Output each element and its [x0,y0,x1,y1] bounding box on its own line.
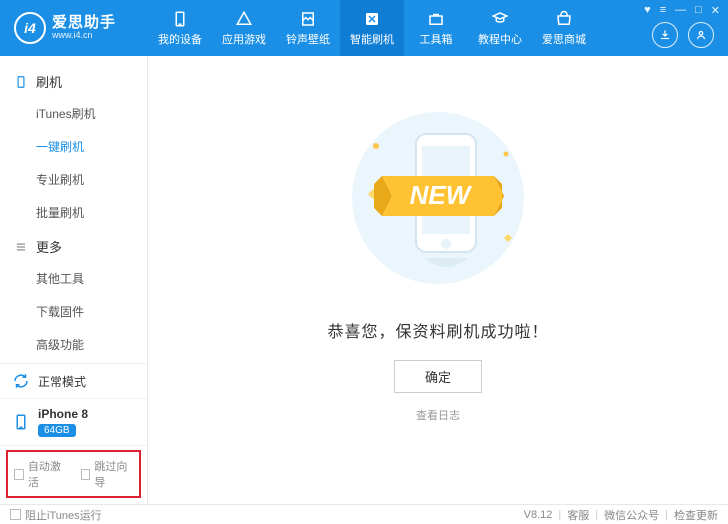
version-label: V8.12 [524,509,553,521]
sidebar-group-more: 更多 [0,229,147,262]
sidebar-item-download-firmware[interactable]: 下载固件 [0,295,147,328]
minimize-icon[interactable]: — [675,4,686,17]
list-icon [14,240,28,254]
mode-row[interactable]: 正常模式 [0,364,147,399]
footer-link-support[interactable]: 客服 [567,507,589,523]
main-content: NEW 恭喜您，保资料刷机成功啦！ 确定 查看日志 [148,56,728,504]
device-name: iPhone 8 [38,407,88,421]
auto-activate-checkbox[interactable]: 自动激活 [14,458,67,490]
sidebar-item-batch-flash[interactable]: 批量刷机 [0,196,147,229]
flash-icon [363,10,381,28]
nav-flash[interactable]: 智能刷机 [340,0,404,56]
device-row[interactable]: iPhone 8 64GB [0,399,147,446]
footer-link-wechat[interactable]: 微信公众号 [604,507,659,523]
success-illustration: NEW [328,98,548,298]
wallpaper-icon [299,10,317,28]
download-button[interactable] [652,22,678,48]
phone-outline-icon [14,75,28,89]
settings-icon[interactable]: ≡ [660,4,666,17]
nav-toolbox[interactable]: 工具箱 [404,0,468,56]
sidebar-item-oneclick-flash[interactable]: 一键刷机 [0,130,147,163]
confirm-button[interactable]: 确定 [394,360,482,393]
view-log-link[interactable]: 查看日志 [416,407,460,423]
close-icon[interactable]: ✕ [711,4,720,17]
phone-icon [171,10,189,28]
menu-icon[interactable]: ♥ [644,4,651,17]
sidebar-item-itunes-flash[interactable]: iTunes刷机 [0,97,147,130]
window-controls: ♥ ≡ — □ ✕ [644,4,720,17]
illus-text: NEW [410,180,473,210]
sidebar-item-advanced[interactable]: 高级功能 [0,328,147,361]
nav-store[interactable]: 爱思商城 [532,0,596,56]
nav-tutorials[interactable]: 教程中心 [468,0,532,56]
toolbox-icon [427,10,445,28]
sidebar: 刷机 iTunes刷机 一键刷机 专业刷机 批量刷机 更多 其他工具 下载固件 … [0,56,148,504]
download-icon [658,28,672,42]
sidebar-item-other-tools[interactable]: 其他工具 [0,262,147,295]
status-bar: 阻止iTunes运行 V8.12 | 客服 | 微信公众号 | 检查更新 [0,504,728,524]
nav-apps[interactable]: 应用游戏 [212,0,276,56]
app-logo: i4 爱思助手 www.i4.cn [0,12,148,44]
top-nav: 我的设备 应用游戏 铃声壁纸 智能刷机 工具箱 教程中心 爱思商城 [148,0,596,56]
tutorial-icon [491,10,509,28]
user-button[interactable] [688,22,714,48]
user-icon [694,28,708,42]
device-icon [12,413,30,431]
nav-my-device[interactable]: 我的设备 [148,0,212,56]
sidebar-group-flash: 刷机 [0,64,147,97]
maximize-icon[interactable]: □ [695,4,702,17]
store-icon [555,10,573,28]
app-title: 爱思助手 [52,15,116,32]
footer-link-update[interactable]: 检查更新 [674,507,718,523]
success-message: 恭喜您，保资料刷机成功啦！ [327,318,548,342]
block-itunes-checkbox[interactable]: 阻止iTunes运行 [10,507,102,523]
app-url: www.i4.cn [52,31,116,41]
logo-icon: i4 [14,12,46,44]
nav-ringtones[interactable]: 铃声壁纸 [276,0,340,56]
sidebar-item-pro-flash[interactable]: 专业刷机 [0,163,147,196]
app-header: i4 爱思助手 www.i4.cn 我的设备 应用游戏 铃声壁纸 智能刷机 工具… [0,0,728,56]
storage-badge: 64GB [38,424,76,437]
flash-options: 自动激活 跳过向导 [6,450,141,498]
apps-icon [235,10,253,28]
refresh-icon [12,372,30,390]
skip-guide-checkbox[interactable]: 跳过向导 [81,458,134,490]
